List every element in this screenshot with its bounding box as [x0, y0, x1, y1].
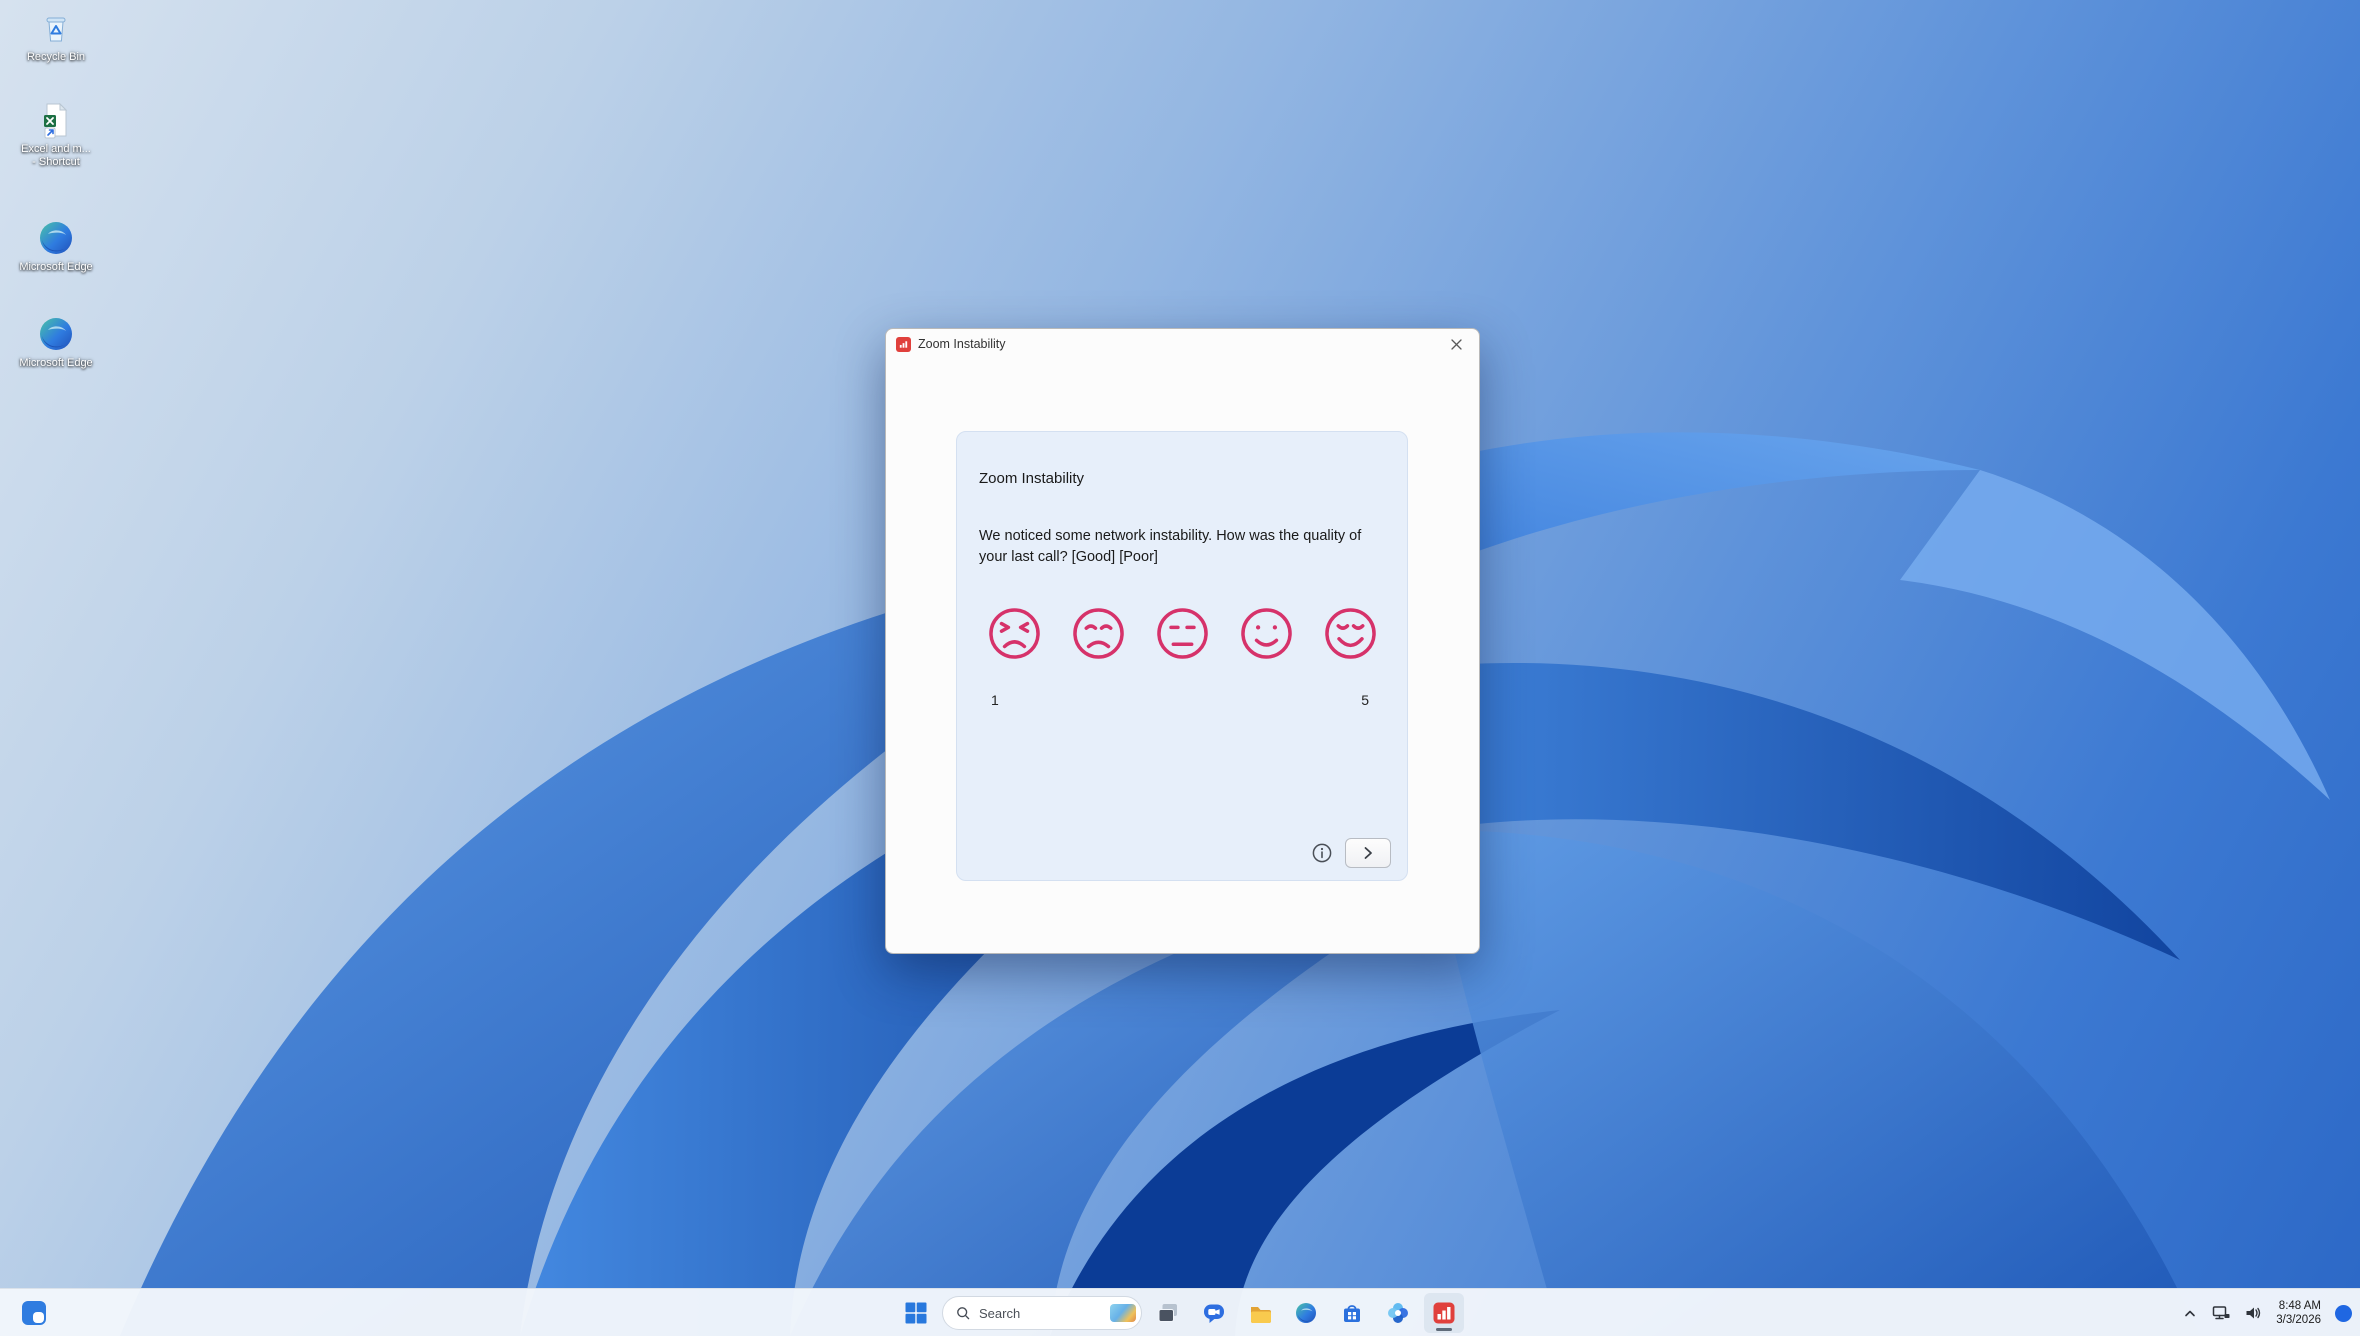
- search-label: Search: [979, 1305, 1021, 1321]
- chevron-up-icon: [2185, 1310, 2196, 1317]
- scale-max-label: 5: [1361, 692, 1369, 708]
- face-sad-icon: [1073, 608, 1124, 659]
- survey-footer: [1311, 838, 1391, 868]
- edge-icon: [40, 318, 72, 350]
- rating-1-button[interactable]: [987, 606, 1042, 661]
- rating-5-button[interactable]: [1323, 606, 1378, 661]
- desktop-icon-edge-1[interactable]: Microsoft Edge: [10, 218, 102, 274]
- info-icon: [1312, 843, 1332, 863]
- excel-shortcut-icon: [44, 102, 68, 139]
- desktop-icon-excel-shortcut[interactable]: Excel and m... - Shortcut: [10, 100, 102, 169]
- chat-button[interactable]: [1194, 1293, 1234, 1333]
- edge-icon: [1296, 1303, 1316, 1323]
- desktop: Recycle Bin Excel and m... - Shortcut Mi…: [0, 0, 2360, 1336]
- next-button[interactable]: [1345, 838, 1391, 868]
- desktop-icon-label: Recycle Bin: [26, 51, 86, 63]
- edge-button[interactable]: [1286, 1293, 1326, 1333]
- taskbar: Search 8:48 AM 3/3/2026: [0, 1288, 2360, 1336]
- close-button[interactable]: [1433, 329, 1479, 359]
- survey-question: We noticed some network instability. How…: [979, 528, 1362, 565]
- photos-button[interactable]: [1378, 1293, 1418, 1333]
- desktop-icon-label: Microsoft Edge: [19, 357, 93, 369]
- clock-date: 3/3/2026: [2276, 1314, 2321, 1326]
- tray-overflow-button[interactable]: [2176, 1293, 2204, 1333]
- store-button[interactable]: [1332, 1293, 1372, 1333]
- rating-faces-row: [987, 606, 1378, 661]
- search-highlight-thumbnail: [1110, 1304, 1136, 1322]
- start-icon: [905, 1302, 927, 1324]
- zoom-instability-app-button[interactable]: [1424, 1293, 1464, 1333]
- zoom-instability-window: Zoom Instability Zoom Instability We not…: [885, 328, 1480, 954]
- desktop-icon-label: Microsoft Edge: [19, 261, 93, 273]
- store-icon: [1344, 1305, 1360, 1322]
- survey-heading: Zoom Instability: [979, 470, 1085, 487]
- desktop-icon-label: Excel and m... - Shortcut: [10, 143, 102, 169]
- volume-button[interactable]: [2238, 1293, 2268, 1333]
- task-view-icon: [1158, 1304, 1177, 1322]
- network-button[interactable]: [2206, 1293, 2236, 1333]
- file-explorer-button[interactable]: [1240, 1293, 1280, 1333]
- survey-panel: Zoom Instability We noticed some network…: [956, 431, 1408, 881]
- search-icon: [957, 1307, 970, 1320]
- rating-2-button[interactable]: [1071, 606, 1126, 661]
- window-titlebar[interactable]: Zoom Instability: [886, 329, 1479, 359]
- rating-3-button[interactable]: [1155, 606, 1210, 661]
- survey-app-icon: [896, 336, 911, 352]
- chat-icon: [1204, 1304, 1224, 1323]
- desktop-icon-recycle-bin[interactable]: Recycle Bin: [10, 8, 102, 64]
- network-icon: [2212, 1306, 2230, 1320]
- label-line-1: Excel and m...: [21, 143, 91, 155]
- face-grin-icon: [1325, 608, 1376, 659]
- rating-4-button[interactable]: [1239, 606, 1294, 661]
- edge-icon: [40, 222, 72, 254]
- info-button[interactable]: [1311, 842, 1333, 864]
- face-neutral-icon: [1157, 608, 1208, 659]
- photos-icon: [1388, 1303, 1408, 1323]
- recycle-bin-icon: [46, 17, 66, 42]
- notification-badge[interactable]: [2335, 1304, 2352, 1322]
- desktop-icon-edge-2[interactable]: Microsoft Edge: [10, 314, 102, 370]
- clock[interactable]: 8:48 AM 3/3/2026: [2270, 1299, 2327, 1327]
- running-indicator: [1436, 1328, 1452, 1331]
- close-icon: [1450, 338, 1462, 350]
- volume-icon: [2246, 1307, 2261, 1319]
- next-arrow-icon: [1364, 847, 1372, 859]
- search-box[interactable]: Search: [942, 1296, 1142, 1330]
- start-button[interactable]: [896, 1293, 936, 1333]
- scale-min-label: 1: [991, 692, 999, 708]
- clock-time: 8:48 AM: [2278, 1300, 2321, 1312]
- file-explorer-icon: [1251, 1307, 1271, 1323]
- survey-app-icon: [1433, 1302, 1455, 1324]
- label-line-2: - Shortcut: [32, 156, 80, 168]
- task-view-button[interactable]: [1148, 1293, 1188, 1333]
- face-angry-squint-icon: [989, 608, 1040, 659]
- widgets-icon: [22, 1301, 46, 1325]
- face-smile-icon: [1241, 608, 1292, 659]
- widgets-button[interactable]: [14, 1293, 54, 1333]
- window-title: Zoom Instability: [918, 337, 1006, 351]
